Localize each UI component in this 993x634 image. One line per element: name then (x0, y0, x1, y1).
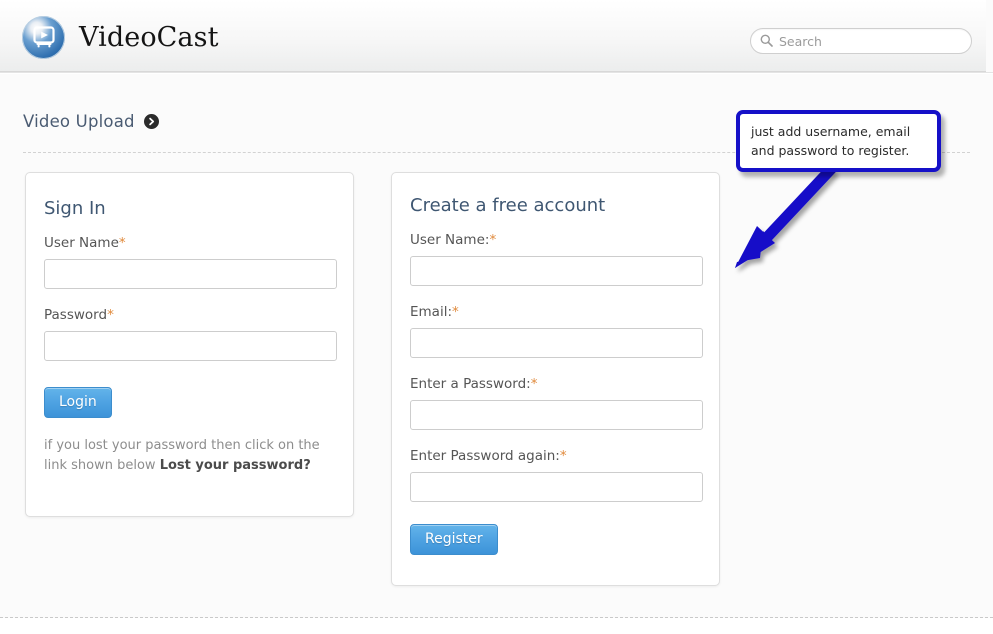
register-username-input[interactable] (410, 256, 703, 286)
required-asterisk: * (530, 376, 538, 392)
videocast-play-screen-icon (22, 15, 65, 59)
register-email-label: Email:* (410, 304, 701, 320)
page-root: VideoCast Video Upload (0, 0, 993, 634)
login-button[interactable]: Login (44, 387, 112, 418)
footer-area (0, 618, 993, 634)
register-password-confirm-input[interactable] (410, 472, 703, 502)
header-bottom-strip (0, 72, 993, 74)
search-input[interactable] (779, 33, 962, 49)
register-username-field: User Name:* (410, 232, 703, 286)
signin-username-label-text: User Name (44, 235, 119, 251)
footer-divider (0, 617, 993, 618)
required-asterisk: * (452, 304, 459, 320)
search-icon (760, 32, 773, 51)
register-password-confirm-label: Enter Password again:* (410, 448, 701, 464)
search-container[interactable] (750, 28, 972, 54)
signin-username-input[interactable] (44, 259, 337, 289)
register-email-label-text: Email: (410, 304, 453, 320)
signin-username-field: User Name* (44, 235, 337, 289)
required-asterisk: * (489, 232, 497, 248)
register-password-field: Enter a Password:* (410, 376, 703, 430)
register-button[interactable]: Register (410, 524, 498, 555)
signin-panel: Sign In User Name* Password* Login if yo… (25, 172, 354, 517)
annotation-callout-text: just add username, email and password to… (751, 123, 911, 158)
register-password-confirm-label-text: Enter Password again: (410, 448, 560, 464)
register-password-label-text: Enter a Password: (410, 376, 531, 392)
register-email-input[interactable] (410, 328, 703, 358)
register-username-label: User Name:* (410, 232, 701, 248)
app-title: VideoCast (79, 21, 219, 53)
signin-username-label: User Name* (44, 235, 335, 251)
required-asterisk: * (118, 235, 126, 251)
annotation-callout: just add username, email and password to… (736, 110, 941, 172)
signin-body: Sign In User Name* Password* Login if yo… (26, 173, 353, 476)
search-box[interactable] (750, 28, 972, 54)
signin-password-label: Password* (44, 307, 335, 323)
register-email-field: Email:* (410, 304, 703, 358)
signin-password-input[interactable] (44, 331, 337, 361)
lost-password-link[interactable]: Lost your password? (160, 458, 311, 473)
register-password-label: Enter a Password:* (410, 376, 701, 392)
arrow-down-left-icon (735, 164, 837, 268)
register-username-label-text: User Name: (410, 232, 490, 248)
register-panel: Create a free account User Name:* Email:… (391, 172, 720, 586)
signin-password-label-text: Password (44, 307, 108, 323)
register-password-confirm-field: Enter Password again:* (410, 448, 703, 502)
signin-password-field: Password* (44, 307, 337, 361)
register-password-input[interactable] (410, 400, 703, 430)
signin-title: Sign In (44, 198, 106, 219)
app-header: VideoCast (0, 0, 986, 72)
register-title: Create a free account (410, 195, 606, 216)
brand[interactable]: VideoCast (22, 14, 219, 60)
chevron-right-circle-icon (143, 114, 159, 129)
breadcrumb[interactable]: Video Upload (23, 112, 159, 131)
lost-password-hint: if you lost your password then click on … (44, 436, 344, 476)
register-body: Create a free account User Name:* Email:… (392, 173, 719, 555)
breadcrumb-divider (23, 152, 970, 153)
required-asterisk: * (107, 307, 114, 323)
required-asterisk: * (559, 448, 567, 464)
breadcrumb-label: Video Upload (23, 112, 135, 131)
